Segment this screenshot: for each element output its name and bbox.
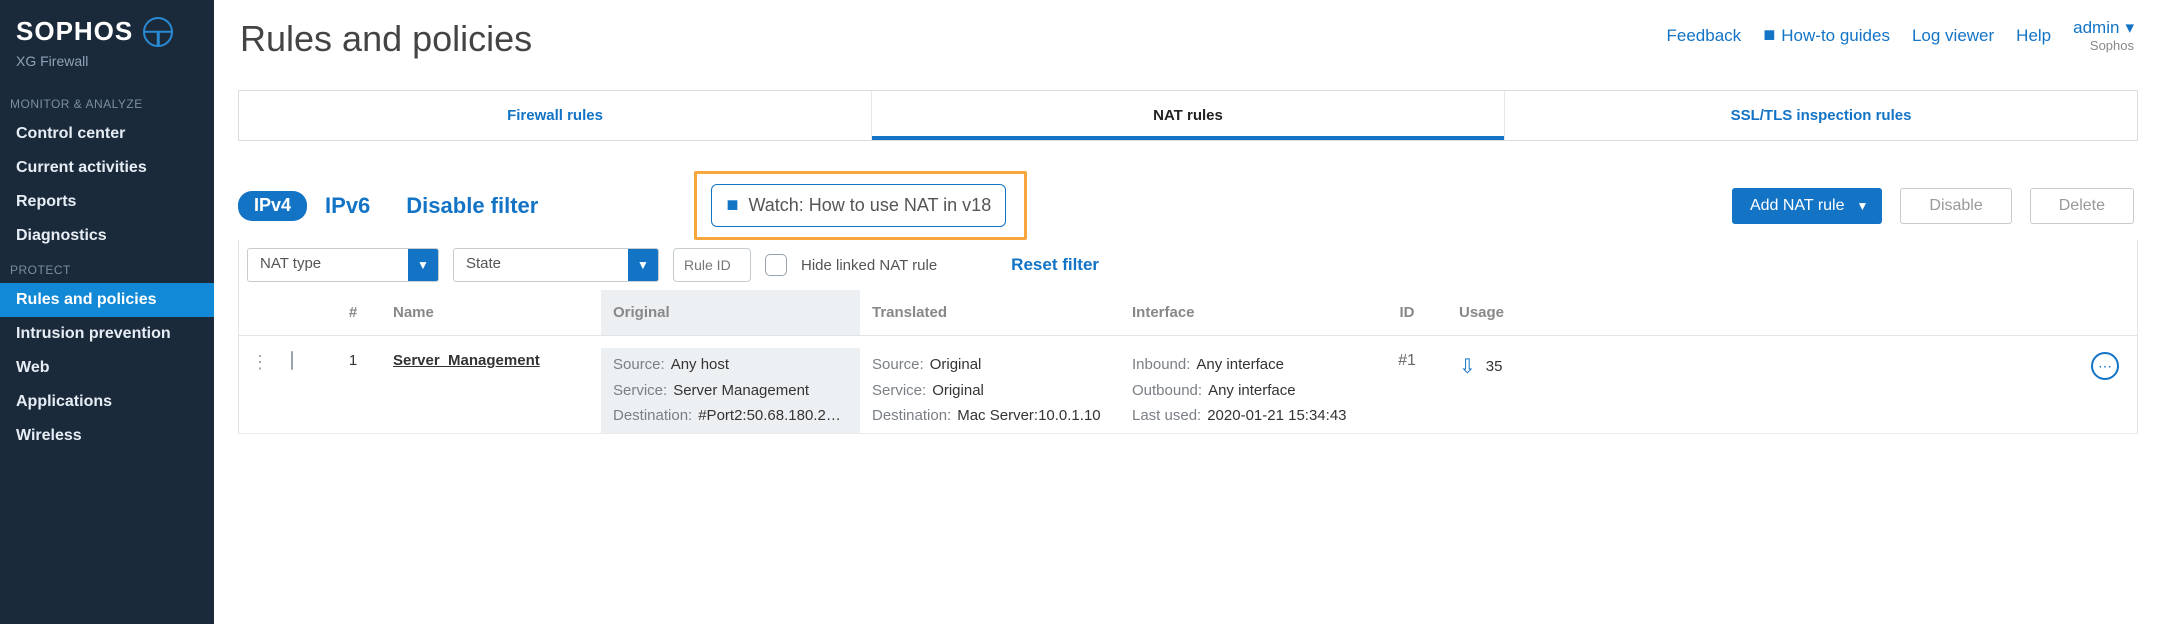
chevron-down-icon: ▼ <box>628 249 658 281</box>
camera-icon: ■ <box>726 194 738 217</box>
hide-linked-checkbox[interactable] <box>765 254 787 276</box>
chevron-down-icon: ▼ <box>408 249 438 281</box>
nav-item-control-center[interactable]: Control center <box>0 117 214 151</box>
nav-item-wireless[interactable]: Wireless <box>0 419 214 453</box>
admin-org: Sophos <box>2090 38 2134 53</box>
col-name: Name <box>381 290 601 335</box>
help-link[interactable]: Help <box>2016 26 2051 46</box>
col-translated: Translated <box>860 290 1120 335</box>
tab-row: Firewall rules NAT rules SSL/TLS inspect… <box>238 90 2138 141</box>
col-interface: Interface <box>1120 290 1367 335</box>
ipv4-pill[interactable]: IPv4 <box>238 191 307 221</box>
table-header: # Name Original Translated Interface ID … <box>239 290 2137 336</box>
rule-name-link[interactable]: Server_Management <box>393 352 540 369</box>
rule-id-input[interactable] <box>673 248 751 282</box>
watch-how-to-button[interactable]: ■ Watch: How to use NAT in v18 <box>711 184 1006 227</box>
nav-item-intrusion-prevention[interactable]: Intrusion prevention <box>0 317 214 351</box>
nav-section-monitor-title: MONITOR & ANALYZE <box>0 87 214 117</box>
topbar: Rules and policies Feedback ■ How-to gui… <box>214 0 2162 60</box>
delete-button[interactable]: Delete <box>2030 188 2134 224</box>
nav-item-applications[interactable]: Applications <box>0 385 214 419</box>
log-viewer-link[interactable]: Log viewer <box>1912 26 1994 46</box>
state-value: State <box>454 249 628 281</box>
col-original: Original <box>601 290 860 335</box>
row-checkbox[interactable] <box>291 351 293 370</box>
more-actions-button[interactable]: ⋯ <box>2091 352 2119 380</box>
filter-row: IPv4 IPv6 Disable filter ■ Watch: How to… <box>238 171 2138 240</box>
brand-subtitle: XG Firewall <box>0 53 214 87</box>
admin-menu[interactable]: admin ▾ Sophos <box>2073 18 2134 53</box>
table-row: ⋮ 1 Server_Management Source:Any host Se… <box>239 336 2137 434</box>
tab-nat-rules[interactable]: NAT rules <box>872 91 1505 140</box>
disable-filter-link[interactable]: Disable filter <box>406 193 538 219</box>
chevron-down-icon: ▾ <box>2125 18 2134 38</box>
row-number: 1 <box>325 348 381 373</box>
drag-handle-icon[interactable]: ⋮ <box>251 352 269 372</box>
feedback-link[interactable]: Feedback <box>1667 26 1742 46</box>
watch-label: Watch: How to use NAT in v18 <box>748 195 991 216</box>
filter-controls: NAT type ▼ State ▼ Hide linked NAT rule … <box>239 240 2137 290</box>
ip-version-toggle: IPv4 IPv6 <box>238 191 370 221</box>
main: Rules and policies Feedback ■ How-to gui… <box>214 0 2162 624</box>
brand-name: SOPHOS <box>16 16 133 47</box>
reset-filter-link[interactable]: Reset filter <box>1011 255 1099 275</box>
col-checkbox <box>279 290 325 335</box>
action-buttons: Add NAT rule ▼ Disable Delete <box>1732 188 2138 224</box>
brand-logo-icon <box>143 17 173 47</box>
chevron-down-icon: ▼ <box>1857 199 1869 213</box>
admin-label: admin <box>2073 18 2119 38</box>
hide-linked-label: Hide linked NAT rule <box>801 257 937 274</box>
watch-highlight-box: ■ Watch: How to use NAT in v18 <box>694 171 1027 240</box>
add-nat-label: Add NAT rule <box>1750 197 1845 215</box>
add-nat-rule-button[interactable]: Add NAT rule ▼ <box>1732 188 1882 224</box>
nat-type-select[interactable]: NAT type ▼ <box>247 248 439 282</box>
tab-ssl-inspection[interactable]: SSL/TLS inspection rules <box>1505 91 2137 140</box>
translated-cell: Source:Original Service:Original Destina… <box>860 348 1120 433</box>
nat-type-value: NAT type <box>248 249 408 281</box>
original-cell: Source:Any host Service:Server Managemen… <box>601 348 860 433</box>
nav-section-protect-title: PROTECT <box>0 253 214 283</box>
col-id: ID <box>1367 290 1447 335</box>
brand: SOPHOS <box>0 6 214 53</box>
tab-firewall-rules[interactable]: Firewall rules <box>239 91 872 140</box>
ipv6-toggle[interactable]: IPv6 <box>325 193 370 219</box>
nav-item-reports[interactable]: Reports <box>0 185 214 219</box>
usage-cell: ⇩ 35 ⋯ <box>1447 348 2137 384</box>
col-drag <box>239 290 279 335</box>
nav-item-web[interactable]: Web <box>0 351 214 385</box>
interface-cell: Inbound:Any interface Outbound:Any inter… <box>1120 348 1367 433</box>
page-title: Rules and policies <box>240 18 1667 60</box>
sidebar: SOPHOS XG Firewall MONITOR & ANALYZE Con… <box>0 0 214 624</box>
nav-item-rules-policies[interactable]: Rules and policies <box>0 283 214 317</box>
state-select[interactable]: State ▼ <box>453 248 659 282</box>
disable-button[interactable]: Disable <box>1900 188 2011 224</box>
nav-item-current-activities[interactable]: Current activities <box>0 151 214 185</box>
download-icon[interactable]: ⇩ <box>1459 354 1476 379</box>
howto-guides-label: How-to guides <box>1781 26 1890 46</box>
usage-count: 35 <box>1486 358 1503 375</box>
howto-guides-link[interactable]: ■ How-to guides <box>1763 24 1890 47</box>
camera-icon: ■ <box>1763 24 1775 47</box>
table-wrap: NAT type ▼ State ▼ Hide linked NAT rule … <box>238 240 2138 434</box>
top-links: Feedback ■ How-to guides Log viewer Help… <box>1667 18 2134 53</box>
rule-id-badge: #1 <box>1398 352 1416 369</box>
col-num: # <box>325 290 381 335</box>
nav-item-diagnostics[interactable]: Diagnostics <box>0 219 214 253</box>
col-usage: Usage <box>1447 290 2137 335</box>
